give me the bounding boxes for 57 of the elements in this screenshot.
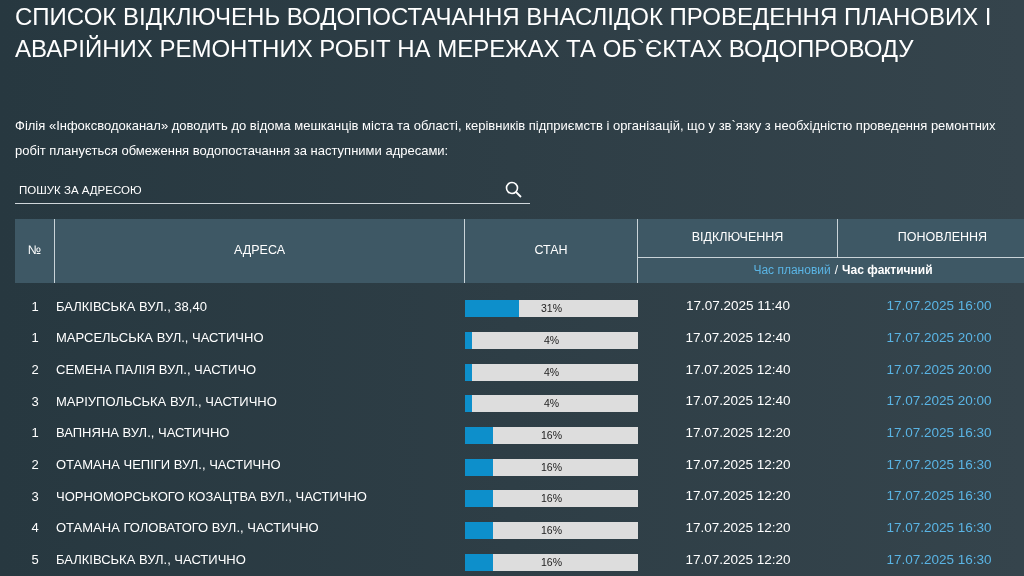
progress-label: 16%	[540, 428, 563, 444]
shutoff-time: 17.07.2025 12:20	[684, 550, 792, 569]
address-text: ВАПНЯНА ВУЛ., ЧАСТИЧНО	[55, 424, 231, 443]
row-number: 2	[30, 360, 40, 379]
restore-time: 17.07.2025 16:30	[885, 455, 993, 474]
row-number: 1	[30, 297, 40, 316]
progress-label: 16%	[540, 554, 563, 570]
row-number: 2	[30, 456, 40, 475]
restore-time: 17.07.2025 16:00	[885, 297, 993, 316]
address-text: МАРІУПОЛЬСЬКА ВУЛ., ЧАСТИЧНО	[55, 392, 278, 411]
address-text: БАЛКІВСЬКА ВУЛ., 38,40	[55, 297, 208, 316]
restore-time: 17.07.2025 20:00	[885, 328, 993, 347]
column-header: СТАН	[534, 242, 568, 260]
shutoff-time: 17.07.2025 12:40	[684, 328, 792, 347]
column-header: ВІДКЛЮЧЕННЯ	[691, 229, 784, 247]
address-text: ЧОРНОМОРСЬКОГО КОЗАЦТВА ВУЛ., ЧАСТИЧНО	[55, 487, 368, 506]
shutoff-time: 17.07.2025 12:20	[684, 487, 792, 506]
restore-time: 17.07.2025 20:00	[885, 392, 993, 411]
row-number: 3	[30, 392, 40, 411]
progress-label: 4%	[542, 364, 561, 380]
address-text: ОТАМАНА ЧЕПІГИ ВУЛ., ЧАСТИЧНО	[55, 456, 282, 475]
restore-time: 17.07.2025 16:30	[885, 519, 993, 538]
progress-label: 16%	[540, 491, 563, 507]
restore-time: 17.07.2025 16:30	[885, 423, 993, 442]
column-header: №	[27, 242, 42, 260]
shutoff-time: 17.07.2025 12:40	[684, 360, 792, 379]
row-number: 1	[30, 329, 40, 348]
address-text: БАЛКІВСЬКА ВУЛ., ЧАСТИЧНО	[55, 551, 247, 570]
shutoff-time: 17.07.2025 12:20	[684, 455, 792, 474]
restore-time: 17.07.2025 16:30	[885, 487, 993, 506]
progress-label: 16%	[540, 459, 563, 475]
row-number: 1	[30, 424, 40, 443]
page-title: СПИСОК ВІДКЛЮЧЕНЬ ВОДОПОСТАЧАННЯ ВНАСЛІДОК ПРОВЕДЕННЯ ПЛАНОВИХ І АВАРІЙНИХ РЕМОНТНИХ РОБІТ НА МЕРЕЖАХ ТА ОБ`ЄКТАХ ВОДОПРОВОДУ	[15, 2, 993, 64]
progress-label: 4%	[542, 396, 561, 412]
address-text: ОТАМАНА ГОЛОВАТОГО ВУЛ., ЧАСТИЧНО	[55, 519, 320, 538]
shutoff-time: 17.07.2025 12:20	[684, 423, 792, 442]
shutoff-time: 17.07.2025 11:40	[684, 297, 792, 316]
column-header: АДРЕСА	[234, 242, 285, 260]
separator-text: /	[834, 262, 839, 279]
shutoff-time: 17.07.2025 12:20	[684, 519, 792, 538]
search-icon	[505, 181, 522, 198]
progress-label: 31%	[540, 301, 563, 317]
row-number: 3	[30, 487, 40, 506]
shutoff-time: 17.07.2025 12:40	[684, 392, 792, 411]
row-number: 4	[30, 519, 40, 538]
restore-time: 17.07.2025 16:30	[885, 550, 993, 569]
address-text: СЕМЕНА ПАЛІЯ ВУЛ., ЧАСТИЧО	[55, 360, 258, 379]
search-field[interactable]: ПОШУК ЗА АДРЕСОЮ	[15, 177, 530, 204]
column-header: ПОНОВЛЕННЯ	[897, 229, 988, 247]
progress-label: 4%	[542, 333, 561, 349]
row-number: 5	[30, 551, 40, 570]
progress-label: 16%	[540, 523, 563, 539]
planned-time-label: Час плановий	[753, 262, 831, 279]
actual-time-label: Час фактичний	[842, 262, 933, 279]
address-text: МАРСЕЛЬСЬКА ВУЛ., ЧАСТИЧНО	[55, 329, 265, 348]
intro-paragraph: Філія «Інфоксводоканал» доводить до відома мешканців міста та області, керівників підприємств і організацій, що у зв`язку з необхідністю проведення ремонтних робіт планується обмеження водопостачання за наступними адресами:	[15, 117, 997, 160]
restore-time: 17.07.2025 20:00	[885, 360, 993, 379]
